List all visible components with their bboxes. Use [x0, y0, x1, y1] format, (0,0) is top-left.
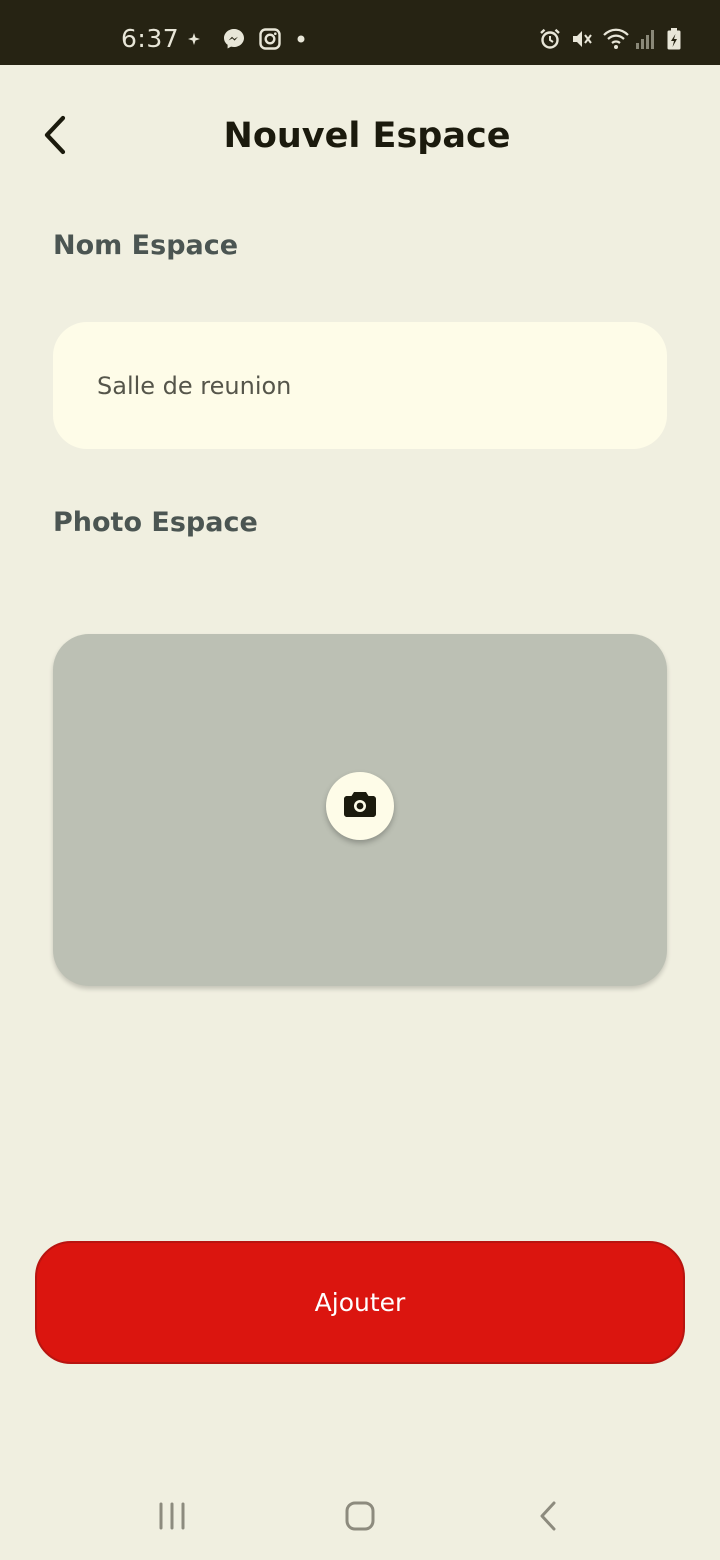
home-icon [344, 1500, 376, 1536]
home-button[interactable] [330, 1496, 390, 1540]
battery-charging-icon [666, 27, 690, 51]
name-field-container [53, 322, 667, 449]
status-time: 6:37 [121, 24, 180, 53]
back-icon [537, 1500, 559, 1536]
status-bar: 6:37 [0, 0, 720, 65]
camera-icon [343, 789, 377, 823]
status-left-icons [186, 27, 318, 51]
dot-icon [294, 27, 318, 51]
signal-icon [634, 27, 658, 51]
photo-field-label: Photo Espace [53, 507, 258, 538]
instagram-icon [258, 27, 282, 51]
recents-button[interactable] [142, 1496, 202, 1540]
system-back-button[interactable] [518, 1496, 578, 1540]
recents-icon [157, 1501, 187, 1535]
wifi-icon [602, 27, 629, 51]
mute-icon [570, 27, 594, 51]
name-field[interactable] [97, 322, 637, 449]
system-nav-bar [0, 1478, 720, 1560]
alarm-icon [538, 27, 562, 51]
page-title: Nouvel Espace [223, 116, 511, 156]
camera-button[interactable] [326, 772, 394, 840]
messenger-icon [222, 27, 246, 51]
status-right-icons [538, 27, 690, 51]
add-button[interactable]: Ajouter [35, 1241, 685, 1364]
name-field-label: Nom Espace [53, 230, 239, 261]
sparkle-icon [186, 27, 210, 51]
photo-picker-area[interactable] [53, 634, 667, 986]
